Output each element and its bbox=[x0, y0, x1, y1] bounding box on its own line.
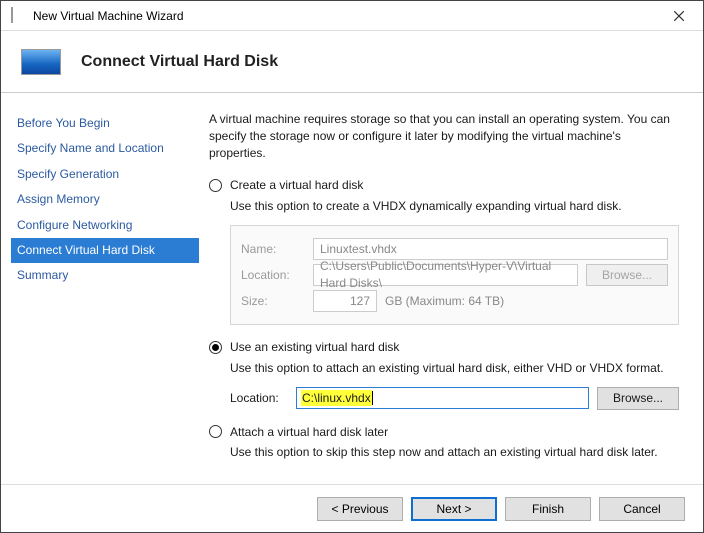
existing-loc-value: C:\linux.vhdx bbox=[301, 390, 372, 407]
sidebar-item-connect-vhd[interactable]: Connect Virtual Hard Disk bbox=[11, 238, 199, 263]
create-loc-row: Location: C:\Users\Public\Documents\Hype… bbox=[241, 264, 668, 286]
finish-button[interactable]: Finish bbox=[505, 497, 591, 521]
intro-text: A virtual machine requires storage so th… bbox=[209, 111, 679, 161]
radio-icon bbox=[209, 179, 222, 192]
option-create[interactable]: Create a virtual hard disk bbox=[209, 177, 679, 194]
create-size-units: GB (Maximum: 64 TB) bbox=[385, 293, 504, 310]
option-later-desc: Use this option to skip this step now an… bbox=[230, 444, 679, 461]
create-name-input: Linuxtest.vhdx bbox=[313, 238, 668, 260]
create-panel: Name: Linuxtest.vhdx Location: C:\Users\… bbox=[230, 225, 679, 325]
body: Before You Begin Specify Name and Locati… bbox=[1, 93, 703, 484]
create-size-label: Size: bbox=[241, 293, 305, 310]
create-name-row: Name: Linuxtest.vhdx bbox=[241, 238, 668, 260]
option-create-label: Create a virtual hard disk bbox=[230, 177, 363, 194]
create-browse-button: Browse... bbox=[586, 264, 668, 286]
content-pane: A virtual machine requires storage so th… bbox=[199, 93, 703, 484]
wizard-hero-icon bbox=[21, 49, 61, 75]
existing-loc-row: Location: C:\linux.vhdx Browse... bbox=[230, 387, 679, 410]
sidebar-item-specify-name[interactable]: Specify Name and Location bbox=[11, 136, 199, 161]
radio-icon bbox=[209, 425, 222, 438]
create-loc-input: C:\Users\Public\Documents\Hyper-V\Virtua… bbox=[313, 264, 578, 286]
app-icon bbox=[11, 8, 27, 24]
radio-icon bbox=[209, 341, 222, 354]
page-title: Connect Virtual Hard Disk bbox=[81, 53, 278, 71]
text-cursor-icon bbox=[372, 391, 373, 405]
next-button[interactable]: Next > bbox=[411, 497, 497, 521]
close-button[interactable] bbox=[659, 2, 699, 30]
sidebar-item-configure-networking[interactable]: Configure Networking bbox=[11, 213, 199, 238]
option-existing-desc: Use this option to attach an existing vi… bbox=[230, 360, 679, 377]
sidebar-item-summary[interactable]: Summary bbox=[11, 263, 199, 288]
sidebar-item-before-you-begin[interactable]: Before You Begin bbox=[11, 111, 199, 136]
option-later[interactable]: Attach a virtual hard disk later bbox=[209, 424, 679, 441]
sidebar: Before You Begin Specify Name and Locati… bbox=[1, 93, 199, 484]
option-later-label: Attach a virtual hard disk later bbox=[230, 424, 388, 441]
close-icon bbox=[674, 11, 684, 21]
create-size-row: Size: 127 GB (Maximum: 64 TB) bbox=[241, 290, 668, 312]
create-loc-label: Location: bbox=[241, 267, 305, 284]
wizard-window: New Virtual Machine Wizard Connect Virtu… bbox=[0, 0, 704, 533]
create-size-input: 127 bbox=[313, 290, 377, 312]
existing-loc-input[interactable]: C:\linux.vhdx bbox=[296, 387, 589, 409]
header: Connect Virtual Hard Disk bbox=[1, 31, 703, 93]
option-existing-label: Use an existing virtual hard disk bbox=[230, 339, 399, 356]
cancel-button[interactable]: Cancel bbox=[599, 497, 685, 521]
titlebar: New Virtual Machine Wizard bbox=[1, 1, 703, 31]
option-existing[interactable]: Use an existing virtual hard disk bbox=[209, 339, 679, 356]
option-create-desc: Use this option to create a VHDX dynamic… bbox=[230, 198, 679, 215]
existing-loc-label: Location: bbox=[230, 390, 288, 407]
window-title: New Virtual Machine Wizard bbox=[33, 9, 659, 23]
sidebar-item-specify-generation[interactable]: Specify Generation bbox=[11, 162, 199, 187]
previous-button[interactable]: < Previous bbox=[317, 497, 403, 521]
create-name-label: Name: bbox=[241, 241, 305, 258]
footer: < Previous Next > Finish Cancel bbox=[1, 484, 703, 532]
existing-browse-button[interactable]: Browse... bbox=[597, 387, 679, 410]
sidebar-item-assign-memory[interactable]: Assign Memory bbox=[11, 187, 199, 212]
